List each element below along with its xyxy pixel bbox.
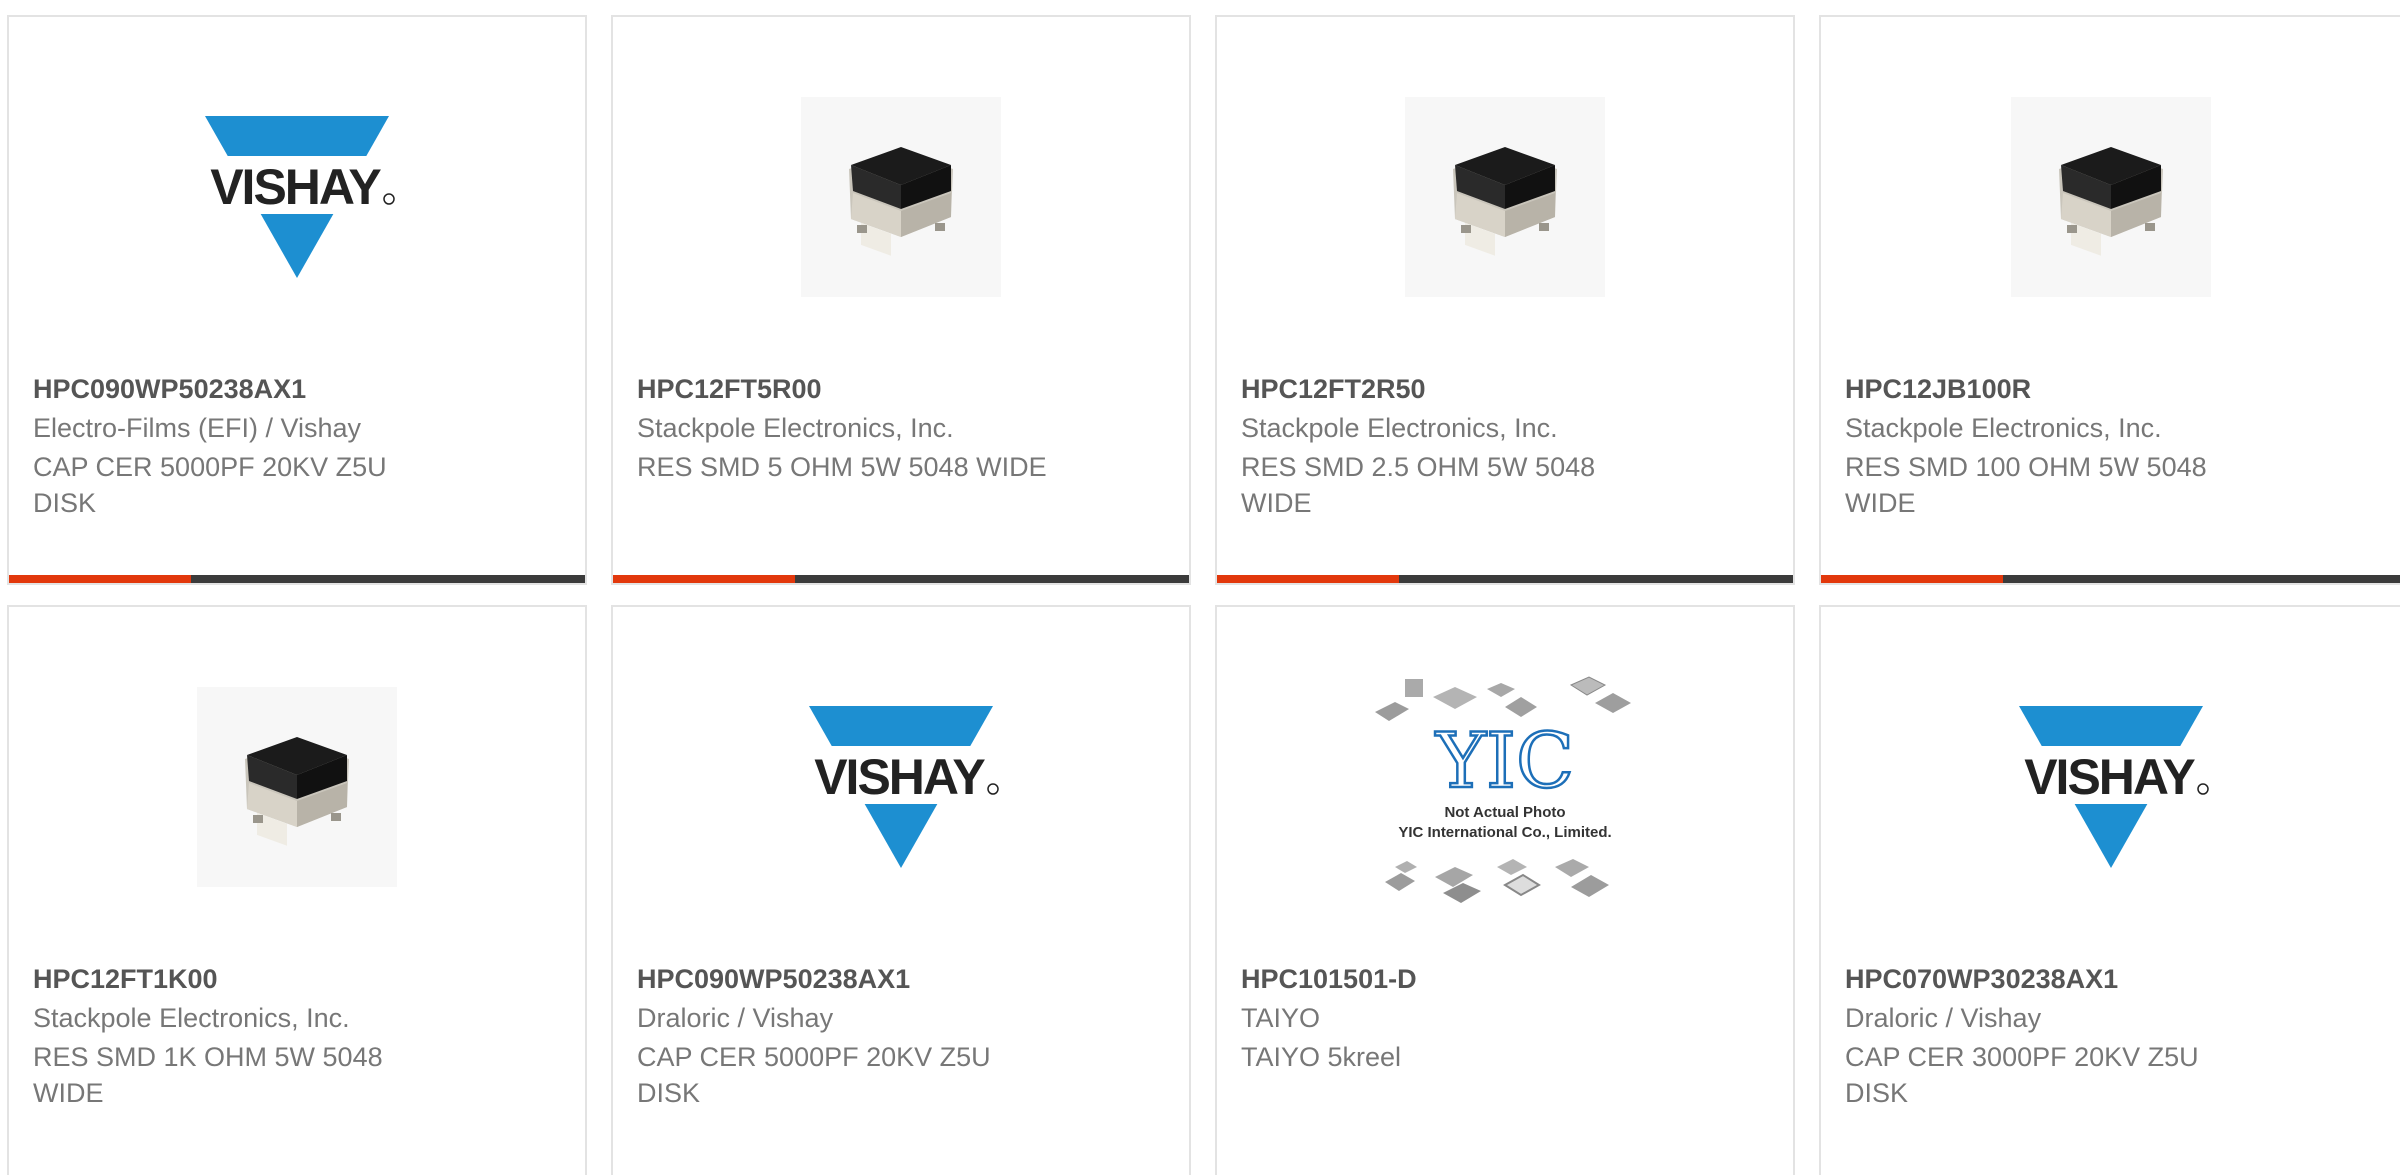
svg-text:VISHAY: VISHAY — [210, 159, 381, 215]
card-footer-accent — [1821, 575, 2003, 583]
product-card[interactable]: VISHAY HPC070WP30238AX1 Draloric / Visha… — [1819, 605, 2400, 1175]
manufacturer-name: Stackpole Electronics, Inc. — [33, 1003, 350, 1033]
vishay-logo-image: VISHAY — [9, 87, 585, 307]
manufacturer-name: Stackpole Electronics, Inc. — [1845, 413, 2162, 443]
card-footer-accent — [9, 575, 191, 583]
product-grid: VISHAY HPC090WP50238AX1 Electro-Films (E… — [0, 0, 2400, 1175]
card-footer-accent — [613, 575, 795, 583]
part-number-link[interactable]: HPC070WP30238AX1 — [1845, 964, 2118, 995]
svg-text:VISHAY: VISHAY — [814, 749, 985, 805]
product-description: CAP CER 5000PF 20KV Z5U DISK — [637, 1042, 991, 1108]
part-number-link[interactable]: HPC090WP50238AX1 — [33, 374, 306, 405]
manufacturer-name: Draloric / Vishay — [637, 1003, 834, 1033]
vishay-logo-image: VISHAY — [1821, 677, 2400, 897]
manufacturer-name: Stackpole Electronics, Inc. — [1241, 413, 1558, 443]
yic-placeholder-image: YIC Not Actual Photo YIC International C… — [1217, 667, 1793, 907]
card-footer-bar — [1821, 575, 2400, 583]
product-description: RES SMD 2.5 OHM 5W 5048 WIDE — [1241, 452, 1596, 518]
resistor-product-image — [9, 677, 585, 897]
manufacturer-name: Draloric / Vishay — [1845, 1003, 2042, 1033]
product-card[interactable]: HPC12FT5R00 Stackpole Electronics, Inc. … — [611, 15, 1191, 585]
part-number-link[interactable]: HPC101501-D — [1241, 964, 1417, 995]
part-number-link[interactable]: HPC090WP50238AX1 — [637, 964, 910, 995]
part-number-link[interactable]: HPC12FT5R00 — [637, 374, 822, 405]
product-card[interactable]: VISHAY HPC090WP50238AX1 Electro-Films (E… — [7, 15, 587, 585]
resistor-product-image — [613, 87, 1189, 307]
product-description: CAP CER 3000PF 20KV Z5U DISK — [1845, 1042, 2199, 1108]
manufacturer-name: Electro-Films (EFI) / Vishay — [33, 413, 362, 443]
card-footer-bar — [613, 575, 1189, 583]
part-number-link[interactable]: HPC12FT2R50 — [1241, 374, 1426, 405]
product-description: CAP CER 5000PF 20KV Z5U DISK — [33, 452, 387, 518]
product-card[interactable]: HPC12FT1K00 Stackpole Electronics, Inc. … — [7, 605, 587, 1175]
svg-text:Not Actual Photo: Not Actual Photo — [1444, 804, 1565, 821]
resistor-product-image — [1217, 87, 1793, 307]
resistor-product-image — [1821, 87, 2400, 307]
part-number-link[interactable]: HPC12JB100R — [1845, 374, 2031, 405]
vishay-logo-image: VISHAY — [613, 677, 1189, 897]
product-card[interactable]: VISHAY HPC090WP50238AX1 Draloric / Visha… — [611, 605, 1191, 1175]
product-description: TAIYO 5kreel — [1241, 1042, 1402, 1072]
product-card[interactable]: HPC12FT2R50 Stackpole Electronics, Inc. … — [1215, 15, 1795, 585]
manufacturer-name: Stackpole Electronics, Inc. — [637, 413, 954, 443]
svg-text:YIC: YIC — [1435, 716, 1574, 805]
card-footer-accent — [1217, 575, 1399, 583]
card-footer-bar — [9, 575, 585, 583]
card-footer-bar — [1217, 575, 1793, 583]
product-description: RES SMD 1K OHM 5W 5048 WIDE — [33, 1042, 383, 1108]
product-card[interactable]: YIC Not Actual Photo YIC International C… — [1215, 605, 1795, 1175]
svg-text:VISHAY: VISHAY — [2024, 749, 2195, 805]
part-number-link[interactable]: HPC12FT1K00 — [33, 964, 218, 995]
product-card[interactable]: HPC12JB100R Stackpole Electronics, Inc. … — [1819, 15, 2400, 585]
manufacturer-name: TAIYO — [1241, 1003, 1321, 1033]
product-description: RES SMD 100 OHM 5W 5048 WIDE — [1845, 452, 2207, 518]
product-description: RES SMD 5 OHM 5W 5048 WIDE — [637, 452, 1047, 482]
svg-text:YIC International Co., Limited: YIC International Co., Limited. — [1398, 824, 1611, 841]
